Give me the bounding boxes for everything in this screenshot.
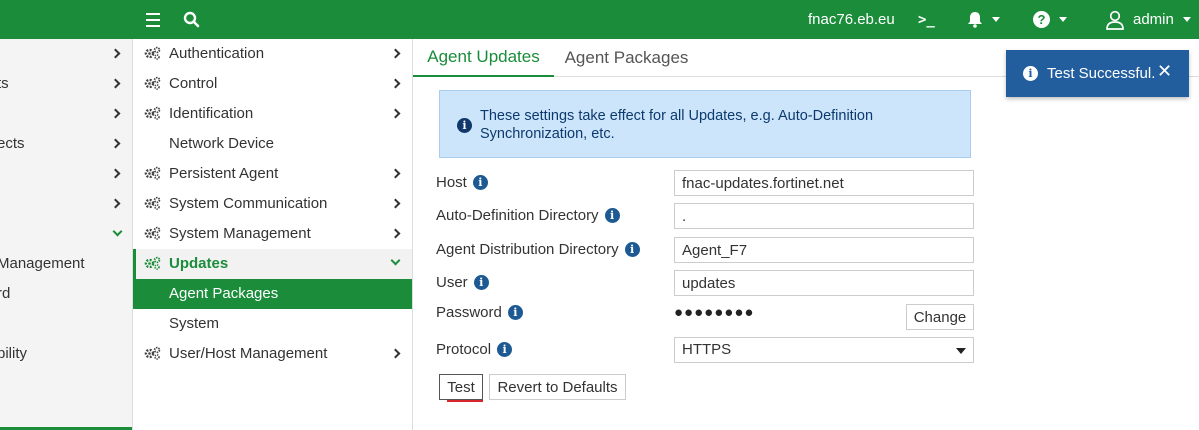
primary-nav-subitem[interactable]: rd	[0, 279, 132, 309]
primary-nav-item[interactable]	[0, 99, 132, 129]
password-masked-value: ●●●●●●●●	[674, 304, 755, 321]
menu-item-network-device[interactable]: Network Device	[133, 129, 412, 159]
cli-console-icon[interactable]: >_	[918, 0, 935, 39]
chevron-down-icon	[112, 226, 123, 237]
menu-toggle-icon[interactable]	[146, 0, 162, 39]
username-label: admin	[1133, 11, 1174, 28]
user-icon	[1106, 10, 1124, 30]
gears-icon	[144, 166, 161, 180]
top-bar: fnac76.eb.eu >_ ? admin	[0, 0, 1199, 39]
chevron-down-icon	[992, 17, 1000, 22]
chevron-right-icon	[110, 198, 121, 209]
notifications-bell-icon[interactable]	[967, 0, 1000, 39]
info-icon[interactable]: i	[472, 175, 488, 190]
help-menu[interactable]: ?	[1033, 0, 1067, 39]
info-icon[interactable]: i	[507, 305, 523, 320]
menu-item-system-communication[interactable]: System Communication	[133, 189, 412, 219]
info-banner-text: These settings take effect for all Updat…	[480, 108, 874, 142]
menu-item-persistent-agent[interactable]: Persistent Agent	[133, 159, 412, 189]
tab-agent-packages[interactable]: Agent Packages	[554, 39, 699, 77]
gears-icon	[144, 346, 161, 360]
chevron-right-icon	[110, 168, 121, 179]
menu-item-control[interactable]: Control	[133, 69, 412, 99]
chevron-right-icon	[110, 138, 121, 149]
help-icon: ?	[1033, 11, 1050, 28]
menu-item-user-host-management[interactable]: User/Host Management	[133, 339, 412, 369]
primary-nav-item[interactable]: ects	[0, 129, 132, 159]
hostname-label: fnac76.eb.eu	[808, 11, 895, 28]
menu-item-system-management[interactable]: System Management	[133, 219, 412, 249]
chevron-right-icon	[390, 228, 401, 239]
test-button-focus-underline	[447, 400, 483, 402]
auto-definition-directory-input[interactable]	[674, 203, 974, 229]
dropdown-arrow-icon	[956, 348, 966, 354]
toast-message: Test Successful.	[1047, 65, 1156, 82]
chevron-right-icon	[390, 108, 401, 119]
gears-icon	[144, 76, 161, 90]
primary-nav-subitem[interactable]: bility	[0, 339, 132, 369]
chevron-right-icon	[110, 48, 121, 59]
menu-item-identification[interactable]: Identification	[133, 99, 412, 129]
chevron-right-icon	[110, 78, 121, 89]
gears-icon	[144, 256, 161, 270]
menu-item-system[interactable]: System	[133, 309, 412, 339]
gears-icon	[144, 106, 161, 120]
info-icon[interactable]: i	[604, 208, 620, 223]
info-icon: i	[1023, 66, 1038, 81]
user-input[interactable]	[674, 270, 974, 296]
primary-nav-item[interactable]	[0, 159, 132, 189]
menu-item-updates[interactable]: Updates	[133, 249, 412, 279]
change-password-button[interactable]: Change	[906, 304, 974, 330]
gears-icon	[144, 46, 161, 60]
primary-nav-item[interactable]	[0, 39, 132, 69]
agent-distribution-directory-label: Agent Distribution Directory i	[436, 241, 640, 258]
chevron-right-icon	[110, 108, 121, 119]
gears-icon	[144, 196, 161, 210]
auto-definition-directory-label: Auto-Definition Directory i	[436, 207, 620, 224]
info-icon[interactable]: i	[473, 275, 489, 290]
chevron-right-icon	[390, 78, 401, 89]
chevron-right-icon	[390, 168, 401, 179]
chevron-right-icon	[390, 348, 401, 359]
host-label: Host i	[436, 174, 488, 191]
menu-item-authentication[interactable]: Authentication	[133, 39, 412, 69]
settings-menu: Authentication Control Identification Ne…	[133, 39, 413, 430]
primary-nav-subitem[interactable]: Management	[0, 249, 132, 279]
info-banner: i These settings take effect for all Upd…	[439, 90, 971, 158]
search-icon[interactable]	[183, 0, 200, 39]
gears-icon	[144, 226, 161, 240]
chevron-down-icon	[390, 255, 401, 266]
chevron-down-icon	[1182, 17, 1191, 22]
password-label: Password i	[436, 304, 523, 321]
chevron-right-icon	[390, 198, 401, 209]
success-toast: i Test Successful. ✕	[1006, 50, 1189, 97]
revert-to-defaults-button[interactable]: Revert to Defaults	[489, 374, 626, 400]
primary-nav-item[interactable]	[0, 189, 132, 219]
host-input[interactable]	[674, 170, 974, 196]
primary-nav-subitem[interactable]	[0, 309, 132, 339]
primary-nav: ts ects Management rd bility	[0, 39, 133, 430]
test-button[interactable]: Test	[439, 374, 483, 400]
chevron-down-icon	[1059, 17, 1067, 22]
chevron-right-icon	[390, 48, 401, 59]
tab-agent-updates[interactable]: Agent Updates	[413, 39, 554, 77]
agent-distribution-directory-input[interactable]	[674, 237, 974, 263]
protocol-select[interactable]: HTTPS	[674, 337, 974, 363]
info-icon[interactable]: i	[497, 342, 513, 357]
protocol-label: Protocol i	[436, 341, 513, 358]
menu-item-agent-packages[interactable]: Agent Packages	[133, 279, 412, 309]
user-menu[interactable]: admin	[1105, 0, 1191, 39]
primary-nav-item[interactable]: ts	[0, 69, 132, 99]
info-icon[interactable]: i	[624, 242, 640, 257]
user-label: User i	[436, 274, 489, 291]
info-icon: i	[457, 118, 472, 133]
primary-nav-item-policy[interactable]	[0, 219, 132, 249]
close-icon[interactable]: ✕	[1157, 61, 1172, 82]
